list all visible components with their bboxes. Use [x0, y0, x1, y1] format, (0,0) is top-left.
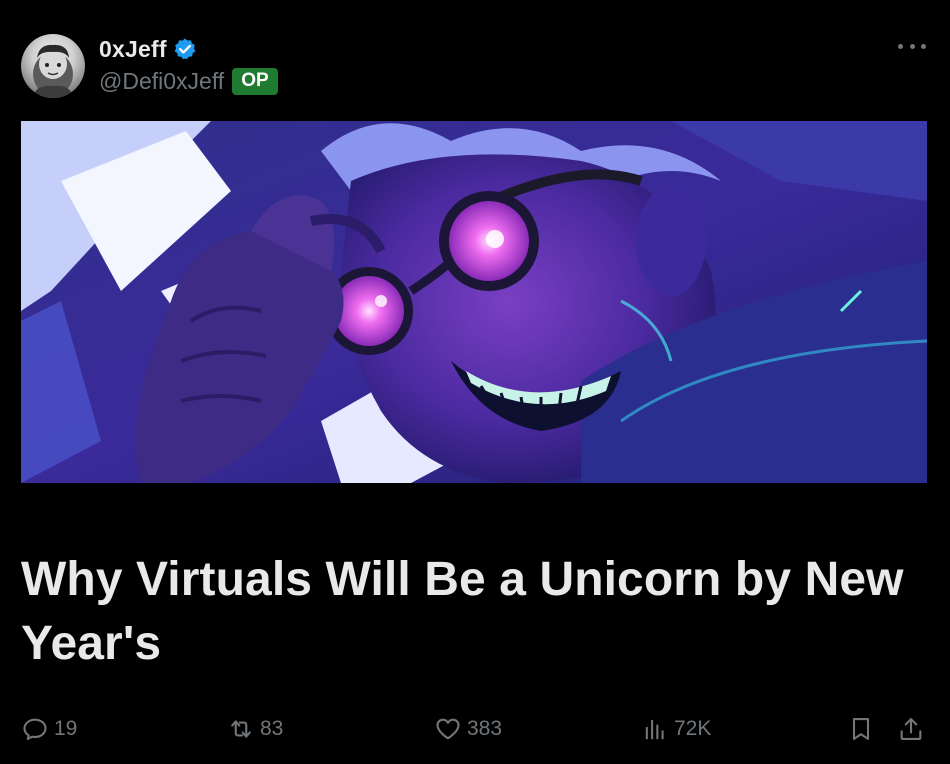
more-options-icon[interactable] [898, 36, 926, 56]
article-title[interactable]: Why Virtuals Will Be a Unicorn by New Ye… [21, 548, 926, 676]
share-icon [900, 718, 922, 740]
like-button[interactable]: 383 [434, 712, 502, 746]
post-header: 0xJeff @Defi0xJeff OP [21, 32, 930, 102]
action-bar: 19 83 383 72K [21, 712, 930, 746]
share-button[interactable] [897, 712, 925, 746]
avatar[interactable] [21, 34, 85, 98]
op-badge: OP [232, 67, 278, 95]
repost-button[interactable]: 83 [227, 712, 283, 746]
reply-button[interactable]: 19 [21, 712, 77, 746]
views-count: 72K [674, 717, 712, 740]
views-chart-icon [645, 719, 664, 740]
reply-count: 19 [54, 717, 78, 740]
verified-badge-icon [173, 37, 197, 61]
bookmark-icon [852, 718, 870, 740]
bookmark-button[interactable] [847, 712, 875, 746]
display-name[interactable]: 0xJeff [99, 36, 167, 63]
handle[interactable]: @Defi0xJeff [99, 68, 224, 95]
repost-icon [231, 720, 251, 738]
like-count: 383 [467, 717, 503, 740]
article-cover-image[interactable] [21, 121, 927, 483]
author-names: 0xJeff @Defi0xJeff OP [99, 34, 278, 98]
views-button[interactable]: 72K [641, 712, 711, 746]
heart-icon [436, 718, 460, 740]
repost-count: 83 [260, 717, 284, 740]
reply-icon [23, 718, 47, 740]
